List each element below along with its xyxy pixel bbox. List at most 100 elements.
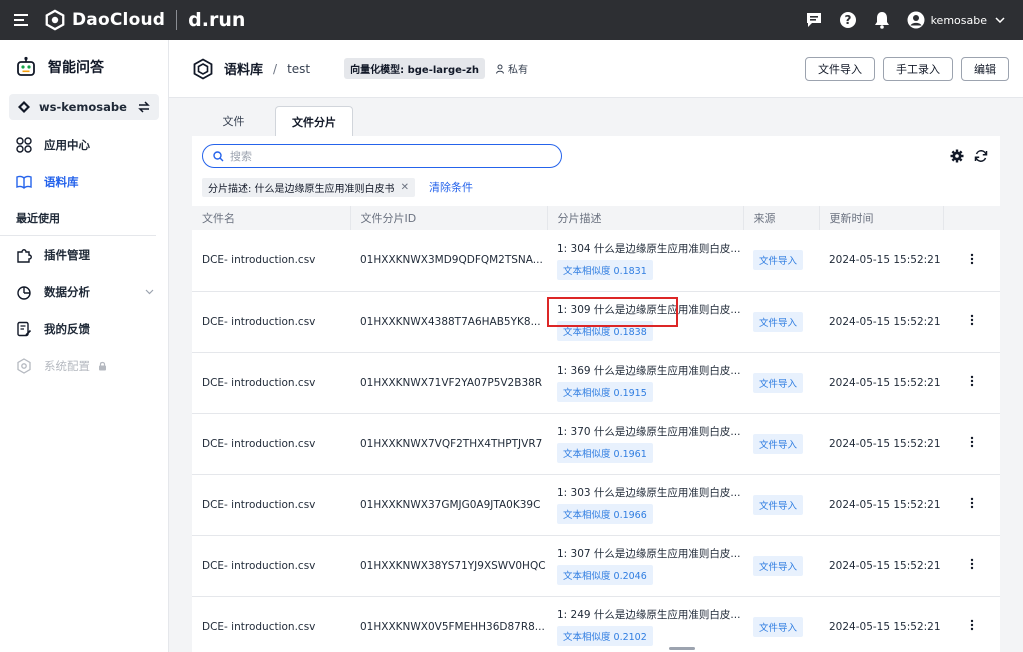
brand-divider xyxy=(176,10,178,30)
table-row[interactable]: DCE- introduction.csv 01HXXKNWX38YS71YJ9… xyxy=(192,535,1000,597)
description-text: 1: 307 什么是边缘原生应用准则白皮... xyxy=(557,548,741,560)
workspace-switcher[interactable]: ws-kemosabe xyxy=(9,94,159,120)
gear-icon[interactable] xyxy=(948,147,966,165)
more-vertical-icon[interactable] xyxy=(970,375,974,387)
source-badge: 文件导入 xyxy=(753,311,804,332)
cell-file-name: DCE- introduction.csv xyxy=(192,535,350,597)
avatar-icon xyxy=(907,11,925,29)
cell-source: 文件导入 xyxy=(743,352,819,414)
sidebar-header: 智能问答 xyxy=(0,40,168,94)
more-vertical-icon[interactable] xyxy=(970,619,974,631)
help-icon[interactable]: ? xyxy=(837,9,859,31)
refresh-icon[interactable] xyxy=(972,147,990,165)
sidebar-item-corpus[interactable]: 语料库 xyxy=(0,163,168,200)
settings-icon xyxy=(16,357,32,374)
table-row[interactable]: DCE- introduction.csv 01HXXKNWX4388T7A6H… xyxy=(192,291,1000,353)
toolbar: 搜索 xyxy=(192,136,1000,176)
more-vertical-icon[interactable] xyxy=(970,436,974,448)
similarity-badge: 文本相似度 0.1961 xyxy=(557,443,653,463)
more-vertical-icon[interactable] xyxy=(970,253,974,265)
similarity-badge: 文本相似度 0.1831 xyxy=(557,259,653,280)
workspace-name: ws-kemosabe xyxy=(39,100,127,114)
close-icon[interactable]: ✕ xyxy=(401,182,409,193)
cell-source: 文件导入 xyxy=(743,230,819,292)
column-header-id[interactable]: 文件分片ID xyxy=(350,206,548,230)
menu-icon[interactable] xyxy=(0,0,44,40)
similarity-badge: 文本相似度 0.2102 xyxy=(557,626,653,646)
visibility-text: 私有 xyxy=(507,65,528,76)
source-badge: 文件导入 xyxy=(753,433,804,454)
more-vertical-icon[interactable] xyxy=(970,558,974,570)
sidebar-item-feedback[interactable]: 我的反馈 xyxy=(0,310,168,347)
cell-file-name: DCE- introduction.csv xyxy=(192,596,350,652)
sidebar-item-apps[interactable]: 应用中心 xyxy=(0,126,168,163)
more-vertical-icon[interactable] xyxy=(970,497,974,509)
corpus-icon xyxy=(193,57,213,80)
column-header-source[interactable]: 来源 xyxy=(743,206,820,230)
cell-description: 1: 249 什么是边缘原生应用准则白皮... 文本相似度 0.2102 xyxy=(547,596,743,652)
sidebar-item-plugins[interactable]: 插件管理 xyxy=(0,236,168,273)
similarity-badge: 文本相似度 0.1838 xyxy=(557,321,653,341)
person-icon xyxy=(495,64,504,74)
import-file-button[interactable]: 文件导入 xyxy=(805,56,875,81)
column-header-time[interactable]: 更新时间 xyxy=(819,206,944,230)
column-header-file[interactable]: 文件名 xyxy=(192,206,351,230)
breadcrumb-corpus[interactable]: 语料库 xyxy=(224,59,263,78)
similarity-badge: 文本相似度 0.1966 xyxy=(557,504,653,524)
cell-chunk-id: 01HXXKNWX38YS71YJ9XSWV0HQC xyxy=(350,535,547,597)
message-icon[interactable] xyxy=(803,9,825,31)
search-placeholder: 搜索 xyxy=(230,150,252,163)
filter-row: 分片描述: 什么是边缘原生应用准则白皮书 ✕ 清除条件 xyxy=(192,176,1000,198)
user-menu[interactable]: kemosabe xyxy=(907,11,1011,29)
tab-files[interactable]: 文件 xyxy=(192,106,275,136)
table-row[interactable]: DCE- introduction.csv 01HXXKNWX37GMJG0A9… xyxy=(192,474,1000,536)
tab-file-chunks[interactable]: 文件分片 xyxy=(275,106,353,136)
source-badge: 文件导入 xyxy=(753,372,804,393)
page-header: 语料库 / test 向量化模型: bge-large-zh 私有 文件导入 手… xyxy=(169,40,1023,98)
cell-chunk-id: 01HXXKNWX0V5FMEHH36D87R8... xyxy=(350,596,547,652)
cell-description: 1: 304 什么是边缘原生应用准则白皮... 文本相似度 0.1831 xyxy=(547,230,743,292)
puzzle-icon xyxy=(16,247,32,263)
cell-source: 文件导入 xyxy=(743,413,819,475)
chevron-down-icon[interactable] xyxy=(145,289,154,295)
table-row[interactable]: DCE- introduction.csv 01HXXKNWX71VF2YA07… xyxy=(192,352,1000,414)
sidebar-item-settings: 系统配置 xyxy=(0,347,168,384)
column-header-actions xyxy=(943,206,1000,230)
lock-icon xyxy=(99,361,106,370)
resize-handle[interactable] xyxy=(669,647,695,650)
search-input[interactable]: 搜索 xyxy=(202,144,562,168)
table-row[interactable]: DCE- introduction.csv 01HXXKNWX3MD9QDFQM… xyxy=(192,230,1000,292)
more-vertical-icon[interactable] xyxy=(970,314,974,326)
row-actions-cell xyxy=(943,474,1000,536)
sidebar-item-label: 插件管理 xyxy=(44,247,90,262)
filter-chip-label: 分片描述: 什么是边缘原生应用准则白皮书 xyxy=(208,183,395,195)
sidebar-item-analytics[interactable]: 数据分析 xyxy=(0,273,168,310)
swap-icon[interactable] xyxy=(137,101,151,113)
table-row[interactable]: DCE- introduction.csv 01HXXKNWX7VQF2THX4… xyxy=(192,413,1000,475)
cell-chunk-id: 01HXXKNWX3MD9QDFQM2TSNA... xyxy=(350,230,547,292)
edit-button[interactable]: 编辑 xyxy=(961,56,1009,81)
cell-file-name: DCE- introduction.csv xyxy=(192,291,350,353)
manual-entry-button[interactable]: 手工录入 xyxy=(883,56,953,81)
table-row[interactable]: DCE- introduction.csv 01HXXKNWX0V5FMEHH3… xyxy=(192,596,1000,652)
clear-filters-link[interactable]: 清除条件 xyxy=(429,179,473,195)
brand-logo[interactable]: DaoCloud xyxy=(44,9,165,31)
cell-source: 文件导入 xyxy=(743,291,819,353)
bell-icon[interactable] xyxy=(871,9,893,31)
cell-file-name: DCE- introduction.csv xyxy=(192,413,350,475)
similarity-badge: 文本相似度 0.1915 xyxy=(557,382,653,402)
column-header-desc[interactable]: 分片描述 xyxy=(547,206,744,230)
table-header-row: 文件名 文件分片ID 分片描述 来源 更新时间 xyxy=(192,206,1000,230)
sidebar-item-label: 语料库 xyxy=(44,174,79,189)
feedback-icon xyxy=(16,321,32,337)
cell-updated-time: 2024-05-15 15:52:21 xyxy=(819,291,943,353)
cell-description: 1: 369 什么是边缘原生应用准则白皮... 文本相似度 0.1915 xyxy=(547,352,743,414)
drun-logo[interactable]: d.run xyxy=(188,9,245,31)
top-bar: DaoCloud d.run ? kemosabe xyxy=(0,0,1023,40)
visibility-label: 私有 xyxy=(495,61,528,76)
app-title: 智能问答 xyxy=(48,60,104,76)
svg-text:?: ? xyxy=(844,13,851,27)
cell-description: 1: 309 什么是边缘原生应用准则白皮... 文本相似度 0.1838 xyxy=(547,291,743,353)
main-content: 语料库 / test 向量化模型: bge-large-zh 私有 文件导入 手… xyxy=(169,40,1023,652)
description-text: 1: 309 什么是边缘原生应用准则白皮... xyxy=(557,304,741,316)
